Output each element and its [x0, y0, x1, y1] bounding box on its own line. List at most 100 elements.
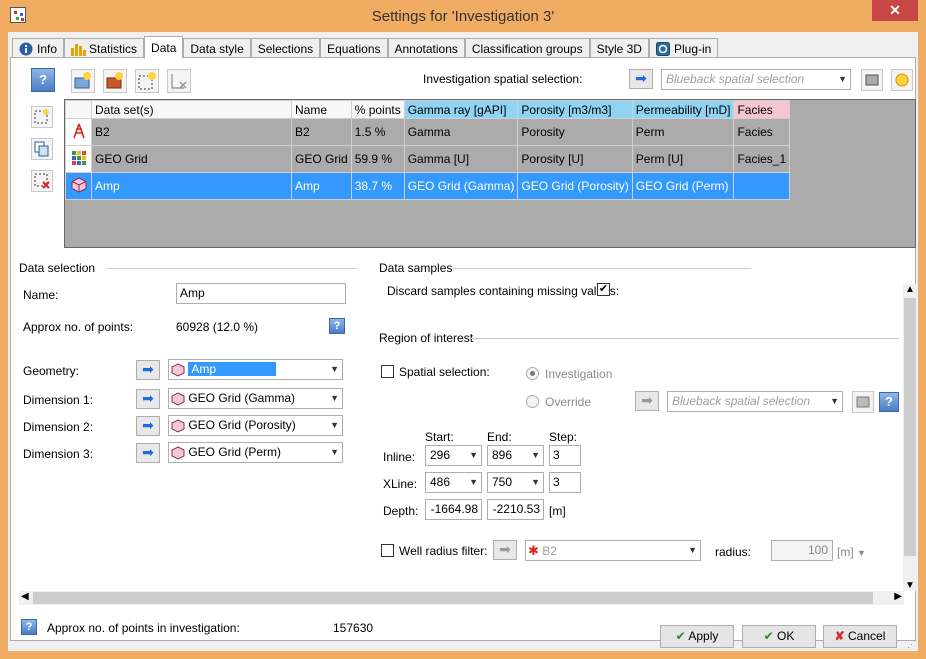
depth-label: Depth:: [383, 504, 419, 518]
table-cell[interactable]: B2: [91, 118, 292, 146]
dimension-2-arrow-button[interactable]: ➡: [136, 416, 160, 436]
tab-annotations[interactable]: Annotations: [387, 38, 465, 58]
spatial-new-button[interactable]: [891, 69, 913, 91]
well-arrow-button[interactable]: ➡: [493, 540, 517, 560]
vertical-scrollbar[interactable]: ▲ ▼: [903, 284, 917, 591]
radius-field[interactable]: 100: [771, 540, 833, 561]
tab-style-3d[interactable]: Style 3D: [589, 38, 649, 58]
tab-classification-groups[interactable]: Classification groups: [464, 38, 590, 58]
spatial-arrow-button[interactable]: ➡: [629, 69, 653, 89]
geometry-arrow-button[interactable]: ➡: [136, 360, 160, 380]
spatial-settings-button[interactable]: [861, 69, 883, 91]
table-cell[interactable]: Gamma: [403, 118, 519, 146]
xline-end-select[interactable]: 750 ▼: [487, 472, 544, 493]
tab-statistics[interactable]: Statistics: [64, 38, 145, 58]
dimension-3-arrow-button[interactable]: ➡: [136, 443, 160, 463]
table-cell[interactable]: Amp: [91, 172, 292, 200]
table-cell[interactable]: Perm: [631, 118, 735, 146]
spatial-selection-checkbox[interactable]: [381, 365, 394, 378]
table-cell[interactable]: B2: [291, 118, 352, 146]
tab-plug-in[interactable]: Plug-in: [648, 38, 719, 58]
table-cell[interactable]: GEO Grid (Perm): [631, 172, 735, 200]
table-cell[interactable]: GEO Grid (Gamma): [403, 172, 519, 200]
grid-header-cell[interactable]: Gamma ray [gAPI]: [403, 100, 519, 119]
grid-header-cell[interactable]: Facies: [733, 100, 791, 119]
tab-info[interactable]: Info: [12, 38, 65, 58]
spatial-selection-combo[interactable]: Blueback spatial selection ▼: [661, 69, 851, 90]
ok-button[interactable]: ✔ OK: [742, 625, 816, 648]
dimension-3-combo[interactable]: GEO Grid (Perm) ▼: [168, 442, 343, 463]
override-spatial-combo[interactable]: Blueback spatial selection ▼: [667, 391, 843, 412]
grid-header-cell[interactable]: Permeability [mD]: [631, 100, 735, 119]
investigation-radio[interactable]: [526, 367, 539, 380]
table-cell[interactable]: Facies_1: [733, 145, 791, 173]
horizontal-scroll-thumb[interactable]: [33, 592, 873, 604]
close-button[interactable]: ✕: [872, 0, 918, 21]
table-cell[interactable]: Porosity: [517, 118, 633, 146]
discard-samples-checkbox[interactable]: ✔: [597, 283, 610, 296]
table-cell[interactable]: Amp: [291, 172, 352, 200]
tab-selections[interactable]: Selections: [250, 38, 321, 58]
override-arrow-button[interactable]: ➡: [635, 391, 659, 411]
approx-points-help-button[interactable]: ?: [329, 318, 345, 334]
table-row-selected[interactable]: Amp Amp 38.7 % GEO Grid (Gamma) GEO Grid…: [65, 172, 791, 200]
inline-end-select[interactable]: 896 ▼: [487, 445, 544, 466]
name-field[interactable]: Amp: [176, 283, 346, 304]
table-cell[interactable]: Porosity [U]: [517, 145, 633, 173]
scroll-down-icon[interactable]: ▼: [905, 580, 915, 591]
override-radio[interactable]: [526, 395, 539, 408]
tab-data-style[interactable]: Data style: [183, 38, 251, 58]
scroll-right-icon[interactable]: ▶: [894, 591, 902, 602]
table-cell[interactable]: Perm [U]: [631, 145, 735, 173]
end-column-label: End:: [487, 430, 512, 444]
dimension-1-combo[interactable]: GEO Grid (Gamma) ▼: [168, 388, 343, 409]
add-grid-button[interactable]: [103, 69, 127, 93]
cancel-button[interactable]: ✘ Cancel: [823, 625, 897, 648]
table-row[interactable]: GEO Grid GEO Grid 59.9 % Gamma [U] Poros…: [65, 145, 791, 173]
scroll-up-icon[interactable]: ▲: [905, 284, 915, 295]
depth-start-field[interactable]: -1664.98: [425, 499, 482, 520]
add-dataset-button[interactable]: [71, 69, 95, 93]
override-help-button[interactable]: ?: [879, 392, 899, 412]
table-cell[interactable]: 38.7 %: [350, 172, 405, 200]
investigation-help-button[interactable]: ?: [21, 619, 37, 635]
table-cell[interactable]: Gamma [U]: [403, 145, 519, 173]
table-cell[interactable]: GEO Grid: [91, 145, 292, 173]
add-row-button[interactable]: [31, 106, 53, 128]
vertical-scroll-thumb[interactable]: [904, 298, 916, 556]
scroll-left-icon[interactable]: ◀: [21, 591, 29, 602]
grid-header-cell[interactable]: % points: [350, 100, 405, 119]
grid-header-cell[interactable]: Name: [291, 100, 352, 119]
well-radius-checkbox[interactable]: [381, 544, 394, 557]
grid-header-cell[interactable]: Porosity [m3/m3]: [517, 100, 633, 119]
xline-step-field[interactable]: 3: [549, 472, 581, 493]
data-selection-title: Data selection: [19, 261, 96, 275]
dimension-1-arrow-button[interactable]: ➡: [136, 389, 160, 409]
tab-equations[interactable]: Equations: [320, 38, 388, 58]
delete-row-button[interactable]: [31, 170, 53, 192]
xline-start-select[interactable]: 486 ▼: [425, 472, 482, 493]
resize-grip-icon[interactable]: ⋰: [907, 639, 916, 650]
horizontal-scrollbar[interactable]: ◀ ▶: [19, 591, 904, 605]
table-cell[interactable]: Facies: [733, 118, 791, 146]
table-cell[interactable]: 59.9 %: [350, 145, 405, 173]
depth-end-field[interactable]: -2210.53: [487, 499, 544, 520]
override-settings-button[interactable]: [852, 391, 874, 413]
table-cell[interactable]: GEO Grid: [291, 145, 352, 173]
table-cell[interactable]: 1.5 %: [350, 118, 405, 146]
well-select[interactable]: ✱ B2 ▼: [525, 540, 701, 561]
apply-button[interactable]: ✔ Apply: [660, 625, 734, 648]
remove-selection-button[interactable]: [167, 69, 191, 93]
grid-header-cell[interactable]: Data set(s): [91, 100, 292, 119]
table-cell[interactable]: GEO Grid (Porosity): [517, 172, 633, 200]
table-cell[interactable]: [733, 172, 791, 200]
table-row[interactable]: B2 B2 1.5 % Gamma Porosity Perm Facies: [65, 118, 791, 146]
dimension-2-combo[interactable]: GEO Grid (Porosity) ▼: [168, 415, 343, 436]
new-selection-button[interactable]: [135, 69, 159, 93]
inline-start-select[interactable]: 296 ▼: [425, 445, 482, 466]
tab-data[interactable]: Data: [144, 36, 184, 59]
copy-row-button[interactable]: [31, 138, 53, 160]
inline-step-field[interactable]: 3: [549, 445, 581, 466]
geometry-combo[interactable]: Amp ▼: [168, 359, 343, 380]
help-button[interactable]: ?: [31, 68, 55, 92]
